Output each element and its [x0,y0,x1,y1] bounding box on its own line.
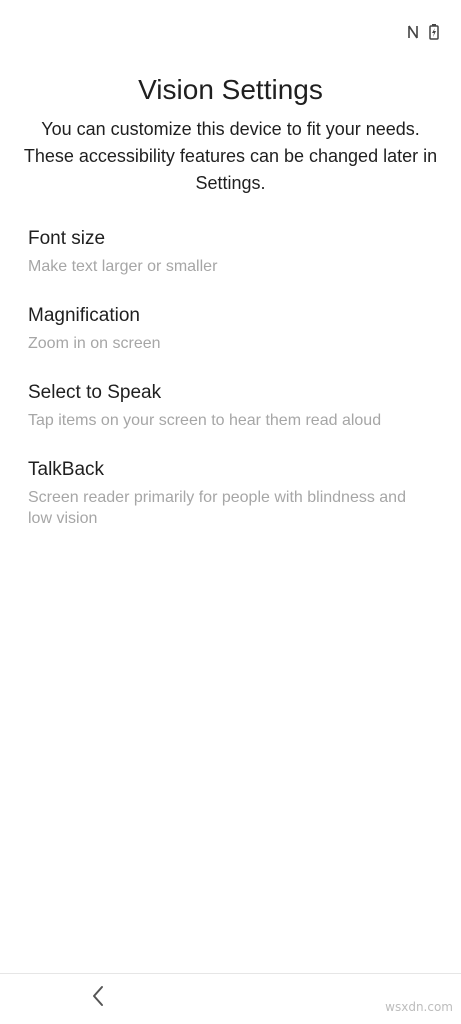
status-bar [0,0,461,52]
option-title: Magnification [28,305,140,326]
page-subtitle: You can customize this device to fit you… [23,119,438,193]
option-description: Zoom in on screen [28,335,161,352]
option-title: TalkBack [28,459,105,480]
option-select-to-speak[interactable]: Select to Speak Tap items on your screen… [0,380,461,431]
option-description: Tap items on your screen to hear them re… [28,412,382,429]
option-title: Font size [28,228,106,249]
status-icons [407,24,439,40]
option-font-size[interactable]: Font size Make text larger or smaller [0,226,461,277]
nfc-icon [407,25,419,39]
option-talkback[interactable]: TalkBack Screen reader primarily for peo… [0,457,461,529]
option-description: Make text larger or smaller [28,258,218,275]
option-magnification[interactable]: Magnification Zoom in on screen [0,303,461,354]
chevron-left-icon [91,985,105,1012]
accessibility-options-list: Font size Make text larger or smaller Ma… [0,226,461,555]
navigation-bar: wsxdn.com [0,973,461,1024]
option-description: Screen reader primarily for people with … [28,489,406,527]
back-button[interactable] [84,984,112,1012]
option-title: Select to Speak [28,382,162,403]
watermark: wsxdn.com [385,1000,453,1014]
vision-settings-screen: Vision Settings You can customize this d… [0,0,461,1024]
battery-charging-icon [429,24,439,40]
page-title: Vision Settings [138,74,323,105]
